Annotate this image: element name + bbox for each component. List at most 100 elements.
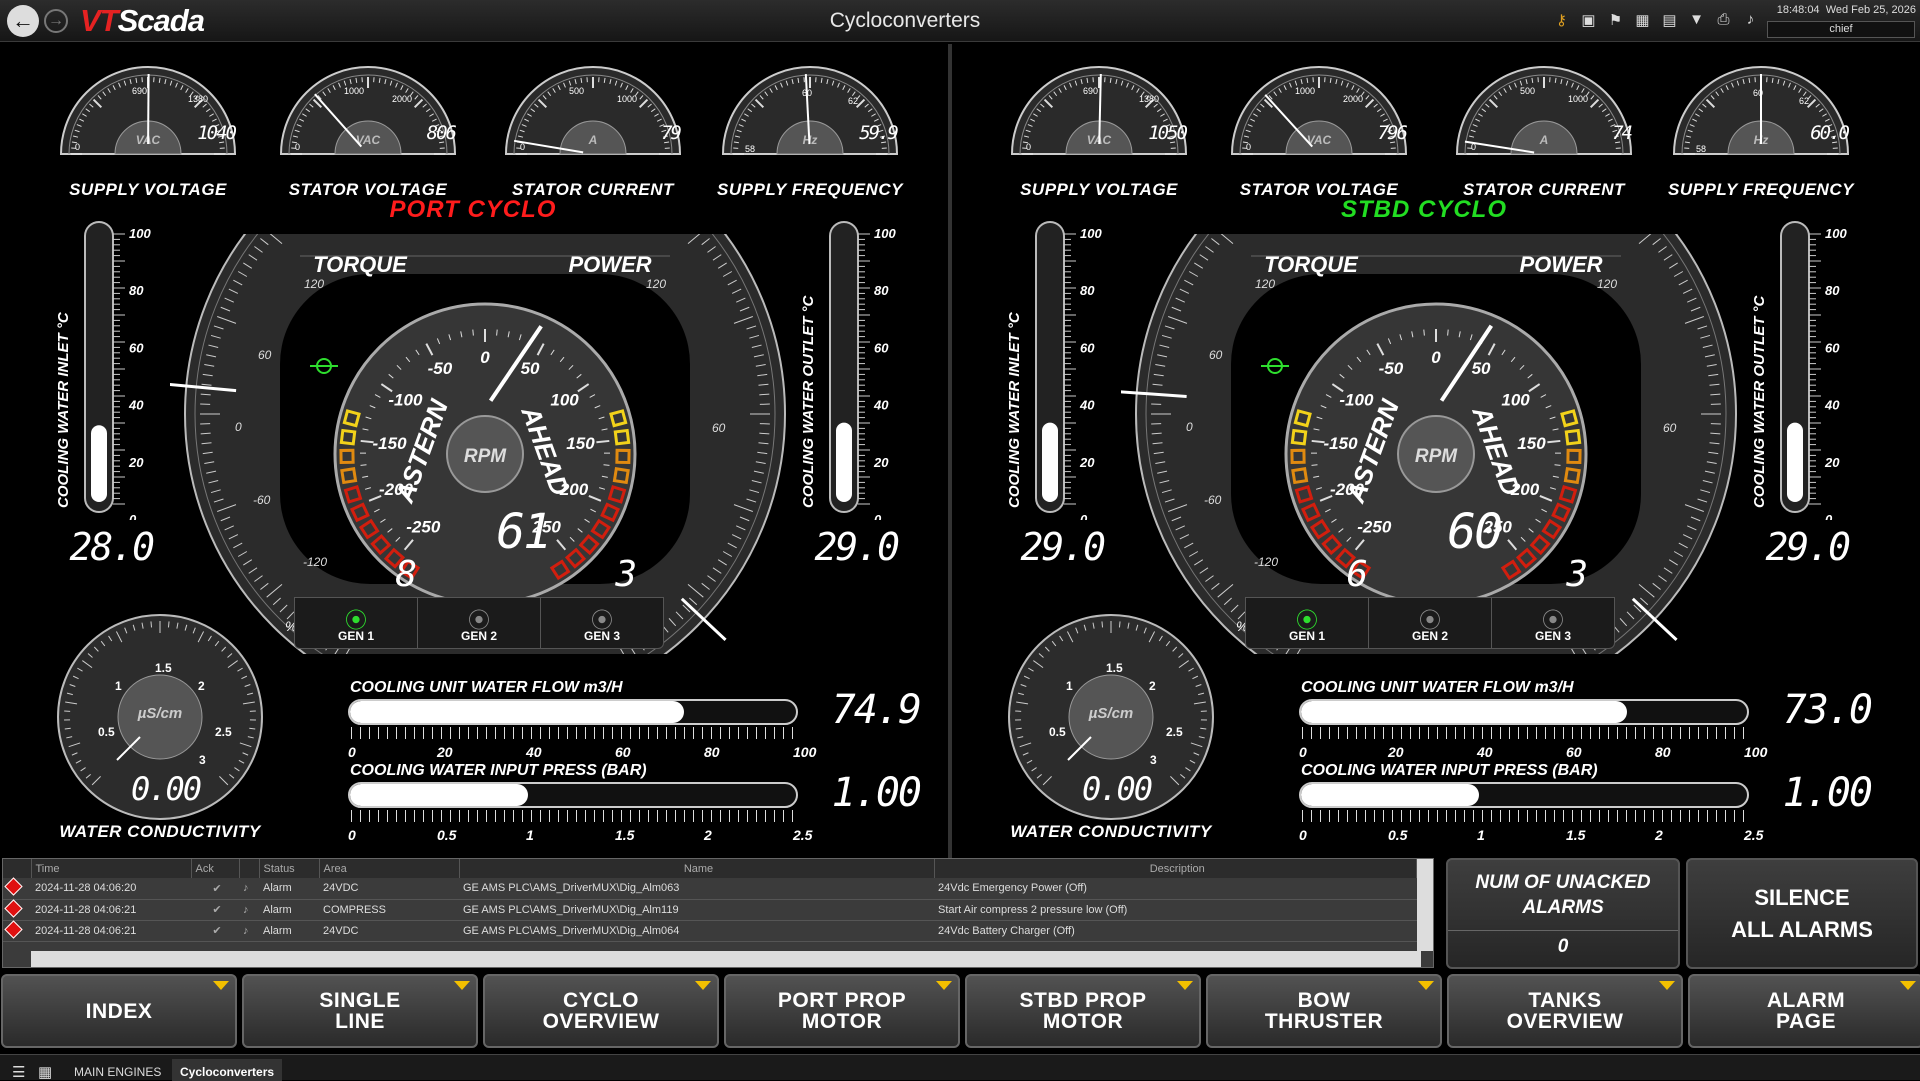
gen-3-button[interactable]: ⦿GEN 3 — [541, 598, 663, 648]
hierarchy-icon[interactable]: ▦ — [1633, 10, 1652, 29]
nav-button-port-prop[interactable]: PORT PROPMOTOR — [724, 974, 960, 1048]
inlet-thermometer: 100806040200 — [83, 220, 153, 520]
conductivity-label: WATER CONDUCTIVITY — [40, 822, 280, 842]
user-field[interactable]: chief — [1767, 21, 1915, 38]
horizontal-scrollbar[interactable] — [31, 951, 1421, 967]
unacked-label: NUM OF UNACKED ALARMS — [1448, 870, 1678, 920]
alarm-status: Alarm — [259, 920, 319, 941]
bar-tick-label: 2.5 — [1744, 827, 1763, 843]
torque-tick-label: 120 — [1255, 277, 1275, 291]
cond-tick-label: 1 — [1066, 679, 1073, 693]
torque-tick-label: -60 — [253, 493, 271, 507]
stbd-cyclo-panel: 06901380VAC1050SUPPLY VOLTAGE010002000VA… — [951, 44, 1897, 859]
nav-button-tanks[interactable]: TANKSOVERVIEW — [1447, 974, 1683, 1048]
press-bar-fill — [350, 784, 528, 806]
tab-main-engines[interactable]: MAIN ENGINES — [66, 1059, 169, 1081]
rpm-tick-label: 0 — [480, 348, 490, 367]
cond-tick-label: 2 — [198, 679, 205, 693]
gen-1-button[interactable]: ⦿GEN 1 — [1246, 598, 1369, 648]
rpm-tick-label: -50 — [1379, 359, 1404, 378]
col-ack[interactable]: Ack — [191, 859, 239, 878]
rpm-tick-label: 150 — [566, 434, 595, 453]
torque-tick-label: 0 — [1186, 420, 1193, 434]
alarm-description: 24Vdc Emergency Power (Off) — [934, 878, 1417, 899]
thermo-tick-label: 0 — [1825, 512, 1833, 520]
bar-tick-label: 2 — [1655, 827, 1663, 843]
thermo-tick-label: 100 — [874, 226, 896, 241]
thermo-tick-label: 0 — [1080, 512, 1088, 520]
gen-2-button[interactable]: ⦿GEN 2 — [418, 598, 541, 648]
thermo-tick-label: 80 — [129, 283, 144, 298]
col-area[interactable]: Area — [319, 859, 459, 878]
press-label: COOLING WATER INPUT PRESS (BAR) — [1301, 762, 1598, 780]
bell-icon[interactable]: ♪ — [1741, 10, 1760, 29]
gen-label: GEN 2 — [461, 629, 497, 643]
gen-3-button[interactable]: ⦿GEN 3 — [1492, 598, 1614, 648]
alarm-list[interactable]: Time Ack Status Area Name Description 20… — [2, 858, 1434, 968]
unacked-alarms-button[interactable]: NUM OF UNACKED ALARMS 0 — [1446, 858, 1680, 969]
nav-button-bow[interactable]: BOWTHRUSTER — [1206, 974, 1442, 1048]
gauge-tick-label: 690 — [132, 86, 147, 96]
gauge-tick-label: 62 — [1799, 96, 1809, 106]
filter-icon[interactable]: ▼ — [1687, 10, 1706, 29]
gauge-tick-label: 500 — [1520, 86, 1535, 96]
cond-tick-label: 0.5 — [98, 725, 115, 739]
outlet-readout: 29.0 — [788, 525, 898, 569]
bell-icon: ♪ — [239, 878, 259, 899]
alarm-description: Start Air compress 2 pressure low (Off) — [934, 899, 1417, 920]
printer-icon[interactable]: ⎙ — [1714, 10, 1733, 29]
rpm-tick-label: -150 — [373, 434, 408, 453]
gen-label: GEN 2 — [1412, 629, 1448, 643]
thermometer-fill — [1787, 423, 1803, 502]
bar-tick-label: 20 — [437, 744, 453, 760]
bar-tick-label: 40 — [526, 744, 542, 760]
col-time[interactable]: Time — [31, 859, 191, 878]
gauge-tick-label: 1000 — [1568, 94, 1588, 104]
gen-2-button[interactable]: ⦿GEN 2 — [1369, 598, 1492, 648]
alarm-icon — [4, 878, 22, 896]
alarm-row[interactable]: 2024-11-28 04:06:21✔♪Alarm24VDCGE AMS PL… — [3, 920, 1417, 941]
nav-button-index[interactable]: INDEX — [1, 974, 237, 1048]
thermo-tick-label: 80 — [874, 283, 889, 298]
stator-current-readout: 79 — [610, 122, 680, 144]
generator-selector: ⦿GEN 1⦿GEN 2⦿GEN 3 — [294, 597, 664, 649]
col-name[interactable]: Name — [459, 859, 934, 878]
alarm-row[interactable]: 2024-11-28 04:06:20✔♪Alarm24VDCGE AMS PL… — [3, 878, 1417, 899]
gen-label: GEN 3 — [1535, 629, 1571, 643]
alarm-row[interactable]: 2024-11-28 04:06:21✔♪AlarmCOMPRESSGE AMS… — [3, 899, 1417, 920]
outlet-thermometer: 100806040200 — [828, 220, 898, 520]
gen-label: GEN 1 — [338, 629, 374, 643]
key-icon[interactable]: ⚷ — [1552, 10, 1571, 29]
col-description[interactable]: Description — [934, 859, 1417, 878]
nav-button-stbd-prop[interactable]: STBD PROPMOTOR — [965, 974, 1201, 1048]
grid-view-icon[interactable]: ▦ — [30, 1057, 60, 1079]
nav-button-single[interactable]: SINGLELINE — [242, 974, 478, 1048]
alarm-icon — [4, 920, 22, 938]
silence-label-2: ALL ALARMS — [1688, 914, 1916, 946]
thermo-tick-label: 100 — [1080, 226, 1102, 241]
gauge-tick-label: 2000 — [1343, 94, 1363, 104]
gen-1-button[interactable]: ⦿GEN 1 — [295, 598, 418, 648]
tab-cycloconverters[interactable]: Cycloconverters — [172, 1059, 282, 1081]
nav-button-cyclo[interactable]: CYCLOOVERVIEW — [483, 974, 719, 1048]
nav-button-alarm[interactable]: ALARMPAGE — [1688, 974, 1920, 1048]
bar-tick-label: 0.5 — [437, 827, 456, 843]
gauge-tick-label: 0 — [1246, 142, 1251, 152]
silence-all-alarms-button[interactable]: SILENCE ALL ALARMS — [1686, 858, 1918, 969]
torque-tick-label: 0 — [235, 420, 242, 434]
gauge-tick-label: 0 — [1026, 142, 1031, 152]
bar-tick-label: 0.5 — [1388, 827, 1407, 843]
image-icon[interactable]: ▣ — [1579, 10, 1598, 29]
nav-label-2: THRUSTER — [1265, 1011, 1383, 1032]
tag-icon[interactable]: ⚑ — [1606, 10, 1625, 29]
generator-icon: ⦿ — [1419, 603, 1441, 629]
power-tick-label: 60 — [1663, 421, 1677, 435]
vertical-scrollbar[interactable] — [1417, 859, 1433, 951]
col-status[interactable]: Status — [259, 859, 319, 878]
alarm-name: GE AMS PLC\AMS_DriverMUX\Dig_Alm064 — [459, 920, 934, 941]
clock: 18:48:04 Wed Feb 25, 2026 — [1766, 4, 1916, 16]
bar-tick-label: 2.5 — [793, 827, 812, 843]
spreadsheet-icon[interactable]: ▤ — [1660, 10, 1679, 29]
torque-tick-label: 120 — [304, 277, 324, 291]
alarm-area: COMPRESS — [319, 899, 459, 920]
